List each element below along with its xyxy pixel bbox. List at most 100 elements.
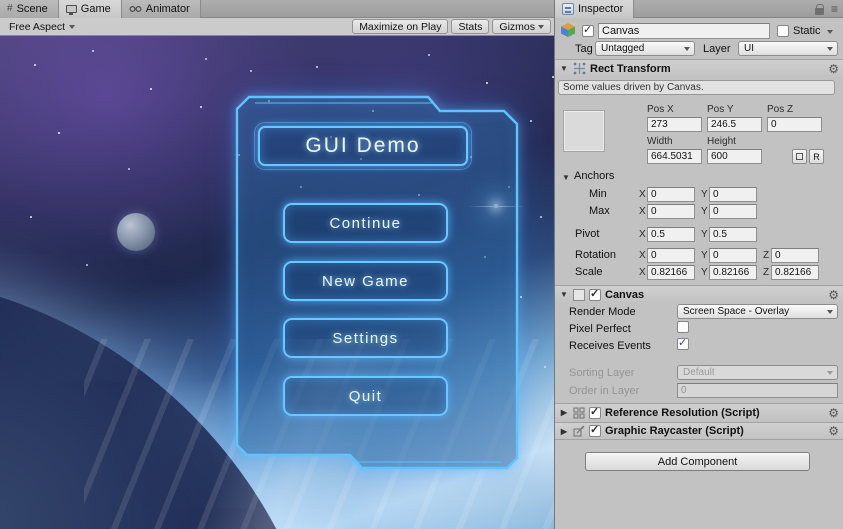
quit-label: Quit bbox=[349, 388, 383, 405]
game-view: GUI Demo Continue New Game Settings Quit bbox=[0, 36, 554, 529]
tab-game[interactable]: Game bbox=[59, 0, 122, 18]
continue-button[interactable]: Continue bbox=[283, 203, 448, 243]
add-component-label: Add Component bbox=[658, 456, 738, 468]
layer-dropdown[interactable]: UI bbox=[738, 41, 838, 56]
gear-icon[interactable]: ⚙ bbox=[828, 289, 839, 301]
blueprint-mode-button[interactable] bbox=[792, 149, 807, 164]
tag-value: Untagged bbox=[601, 43, 644, 54]
rect-transform-header[interactable]: ▼ Rect Transform ⚙ bbox=[555, 59, 843, 77]
pos-z-label: Pos Z bbox=[767, 104, 793, 115]
reference-resolution-checkbox[interactable]: ✓ bbox=[589, 407, 601, 419]
foldout-closed-icon[interactable]: ▶ bbox=[559, 427, 569, 436]
receives-events-checkbox[interactable]: ✓ bbox=[677, 338, 689, 350]
gear-icon[interactable]: ⚙ bbox=[828, 407, 839, 419]
pivot-y-field[interactable]: 0.5 bbox=[709, 227, 757, 242]
gear-icon[interactable]: ⚙ bbox=[828, 63, 839, 75]
gizmos-button[interactable]: Gizmos bbox=[492, 19, 551, 34]
tab-inspector[interactable]: Inspector bbox=[555, 0, 634, 18]
canvas-component-header[interactable]: ▼ ✓ Canvas ⚙ bbox=[555, 285, 843, 303]
pivot-label: Pivot bbox=[575, 228, 599, 240]
anchor-max-y-field[interactable]: 0 bbox=[709, 204, 757, 219]
render-mode-value: Screen Space - Overlay bbox=[683, 306, 789, 317]
anchor-min-x-field[interactable]: 0 bbox=[647, 187, 695, 202]
gameobject-name-field[interactable]: Canvas bbox=[598, 23, 770, 39]
reference-resolution-title: Reference Resolution (Script) bbox=[605, 407, 760, 419]
check-icon: ✓ bbox=[590, 423, 599, 436]
check-icon: ✓ bbox=[678, 336, 687, 349]
reference-resolution-icon bbox=[573, 407, 585, 419]
tab-animator[interactable]: Animator bbox=[122, 0, 201, 18]
axis-x-label: X bbox=[639, 229, 646, 240]
rotation-y-field[interactable]: 0 bbox=[709, 248, 757, 263]
axis-x-label: X bbox=[639, 206, 646, 217]
canvas-component-title: Canvas bbox=[605, 289, 644, 301]
stats-button[interactable]: Stats bbox=[451, 19, 489, 34]
anchor-max-x-field[interactable]: 0 bbox=[647, 204, 695, 219]
gizmos-dropdown-arrow[interactable] bbox=[538, 25, 544, 29]
anchors-label[interactable]: Anchors bbox=[574, 170, 614, 182]
menu-title: GUI Demo bbox=[258, 126, 468, 166]
lock-icon[interactable] bbox=[815, 8, 824, 15]
rotation-z-field[interactable]: 0 bbox=[771, 248, 819, 263]
scene-icon: # bbox=[7, 4, 13, 14]
quit-button[interactable]: Quit bbox=[283, 376, 448, 416]
driven-values-notice: Some values driven by Canvas. bbox=[558, 80, 835, 95]
inspector-tabbar: Inspector ≡ bbox=[555, 0, 843, 18]
aspect-dropdown[interactable]: Free Aspect bbox=[3, 19, 81, 35]
rotation-label: Rotation bbox=[575, 249, 616, 261]
pos-x-field[interactable]: 273 bbox=[647, 117, 702, 132]
foldout-closed-icon[interactable]: ▶ bbox=[559, 408, 569, 417]
rotation-x-field[interactable]: 0 bbox=[647, 248, 695, 263]
axis-y-label: Y bbox=[701, 189, 708, 200]
scale-x-field[interactable]: 0.82166 bbox=[647, 265, 695, 280]
context-menu-icon[interactable]: ≡ bbox=[831, 3, 838, 15]
graphic-raycaster-header[interactable]: ▶ ✓ Graphic Raycaster (Script) ⚙ bbox=[555, 422, 843, 440]
pixel-perfect-checkbox[interactable] bbox=[677, 321, 689, 333]
tag-dropdown[interactable]: Untagged bbox=[595, 41, 695, 56]
order-in-layer-field: 0 bbox=[677, 383, 838, 398]
add-component-button[interactable]: Add Component bbox=[585, 452, 810, 471]
anchor-preview[interactable] bbox=[563, 110, 605, 152]
scale-y-field[interactable]: 0.82166 bbox=[709, 265, 757, 280]
anchors-foldout-icon[interactable]: ▼ bbox=[561, 173, 571, 182]
graphic-raycaster-checkbox[interactable]: ✓ bbox=[589, 425, 601, 437]
height-label: Height bbox=[707, 136, 736, 147]
settings-label: Settings bbox=[332, 330, 398, 347]
rect-transform-icon bbox=[573, 62, 586, 75]
static-flags-dropdown[interactable] bbox=[827, 30, 833, 34]
sorting-layer-dropdown: Default bbox=[677, 365, 838, 380]
axis-y-label: Y bbox=[701, 267, 708, 278]
pivot-x-field[interactable]: 0.5 bbox=[647, 227, 695, 242]
gear-icon[interactable]: ⚙ bbox=[828, 425, 839, 437]
receives-events-label: Receives Events bbox=[569, 340, 651, 352]
static-checkbox[interactable] bbox=[777, 25, 789, 37]
new-game-button[interactable]: New Game bbox=[283, 261, 448, 301]
height-field[interactable]: 600 bbox=[707, 149, 762, 164]
raw-edit-mode-button[interactable]: R bbox=[809, 149, 824, 164]
game-toolbar: Free Aspect Maximize on Play Stats Gizmo… bbox=[0, 18, 554, 36]
graphic-raycaster-title: Graphic Raycaster (Script) bbox=[605, 425, 744, 437]
foldout-open-icon[interactable]: ▼ bbox=[559, 64, 569, 73]
render-mode-dropdown[interactable]: Screen Space - Overlay bbox=[677, 304, 838, 319]
pos-z-field[interactable]: 0 bbox=[767, 117, 822, 132]
inspector-icon bbox=[562, 3, 574, 15]
axis-x-label: X bbox=[639, 250, 646, 261]
inspector-panel: Inspector ≡ ✓ Canvas Static Tag Untagged… bbox=[555, 0, 843, 529]
maximize-on-play-button[interactable]: Maximize on Play bbox=[352, 19, 448, 34]
new-game-label: New Game bbox=[322, 273, 409, 290]
canvas-enabled-checkbox[interactable]: ✓ bbox=[589, 289, 601, 301]
blueprint-icon bbox=[796, 153, 803, 160]
tab-scene[interactable]: # Scene bbox=[0, 0, 59, 18]
axis-y-label: Y bbox=[701, 250, 708, 261]
maximize-on-play-label: Maximize on Play bbox=[359, 21, 441, 33]
width-field[interactable]: 664.5031 bbox=[647, 149, 702, 164]
anchor-min-y-field[interactable]: 0 bbox=[709, 187, 757, 202]
reference-resolution-header[interactable]: ▶ ✓ Reference Resolution (Script) ⚙ bbox=[555, 403, 843, 421]
tab-scene-label: Scene bbox=[17, 3, 48, 15]
gameobject-cube-icon bbox=[560, 22, 576, 38]
foldout-open-icon[interactable]: ▼ bbox=[559, 290, 569, 299]
settings-button[interactable]: Settings bbox=[283, 318, 448, 358]
scale-z-field[interactable]: 0.82166 bbox=[771, 265, 819, 280]
active-checkbox[interactable]: ✓ bbox=[582, 25, 594, 37]
pos-y-field[interactable]: 246.5 bbox=[707, 117, 762, 132]
